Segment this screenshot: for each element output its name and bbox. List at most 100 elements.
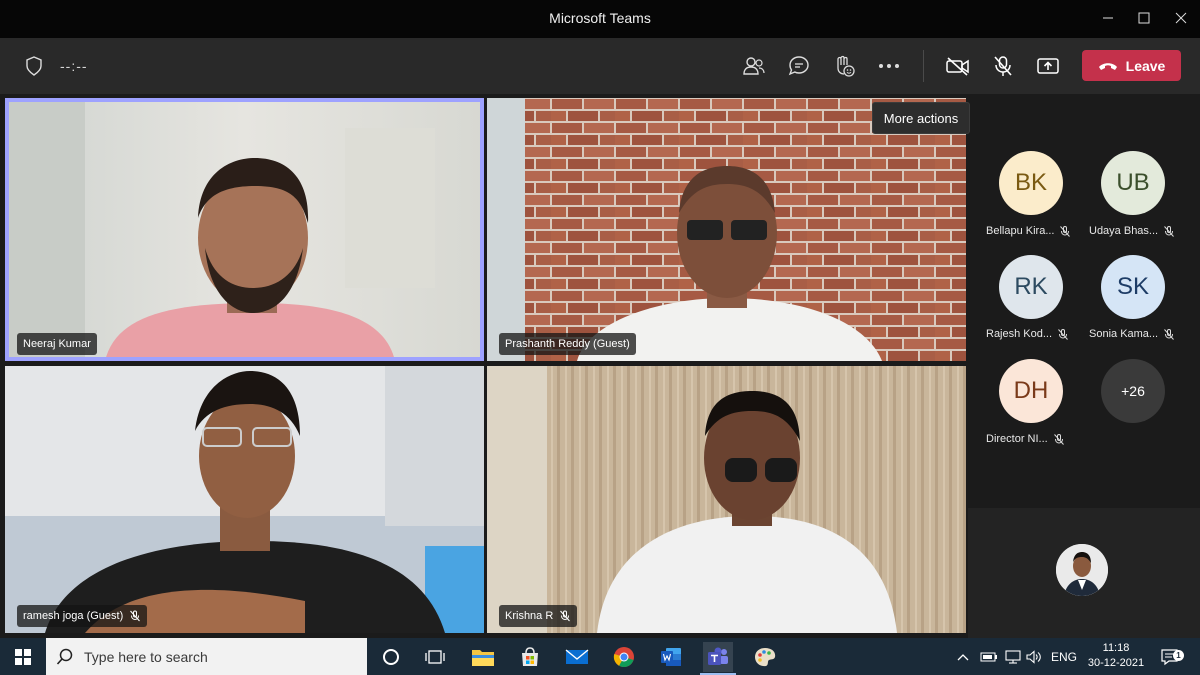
participant-name-tag: ramesh joga (Guest)	[17, 605, 148, 627]
avatar-initials: DH	[1013, 377, 1049, 404]
overflow-count: +26	[1121, 383, 1145, 399]
more-actions-button[interactable]	[875, 52, 903, 80]
mail-button[interactable]	[562, 642, 592, 672]
network-icon[interactable]	[1004, 638, 1022, 675]
teams-app: Microsoft Teams --:-- Leave Neeraj Kumar…	[0, 0, 1200, 638]
participant-avatar[interactable]: DH	[999, 359, 1063, 423]
participant-name: Bellapu Kira...	[986, 225, 1055, 237]
chat-button[interactable]	[785, 52, 813, 80]
participant-name: Udaya Bhas...	[1089, 225, 1159, 237]
volume-icon[interactable]	[1026, 638, 1042, 675]
start-button[interactable]	[8, 642, 38, 672]
window-title: Microsoft Teams	[549, 10, 651, 26]
mic-off-icon	[994, 56, 1012, 76]
meeting-timer: --:--	[60, 58, 88, 74]
share-button[interactable]	[1034, 52, 1062, 80]
notification-button[interactable]: 1	[1160, 638, 1184, 675]
video-tile-neeraj[interactable]: Neeraj Kumar	[5, 98, 484, 361]
raise-hand-icon	[837, 55, 855, 77]
more-actions-tooltip: More actions	[872, 102, 970, 134]
chat-icon	[788, 56, 809, 76]
battery-icon[interactable]	[980, 638, 998, 675]
store-button[interactable]	[515, 642, 545, 672]
minimize-button[interactable]	[1093, 6, 1123, 30]
participant-name-tag: Neeraj Kumar	[17, 333, 97, 355]
chrome-icon	[613, 647, 634, 668]
close-window-button[interactable]	[1166, 6, 1196, 30]
participant-name: Director NI...	[986, 433, 1048, 445]
video-feed	[5, 98, 484, 361]
participant-name: Rajesh Kod...	[986, 328, 1053, 340]
teams-icon	[708, 647, 728, 665]
participant-avatar[interactable]: BK	[999, 151, 1063, 215]
search-icon	[56, 648, 73, 665]
leave-button[interactable]: Leave	[1082, 50, 1181, 81]
mic-off-icon	[130, 610, 141, 622]
mic-off-icon	[1053, 433, 1064, 445]
store-icon	[522, 647, 538, 666]
avatar-initials: BK	[1014, 169, 1047, 196]
avatar-initials: UB	[1116, 169, 1150, 196]
search-placeholder: Type here to search	[84, 648, 208, 665]
task-view-button[interactable]	[420, 642, 450, 672]
participant-name-tag: Prashanth Reddy (Guest)	[499, 333, 636, 355]
minimize-icon	[1103, 17, 1113, 19]
participant-label: Udaya Bhas...	[1089, 225, 1174, 237]
folder-icon	[472, 650, 494, 666]
close-icon	[1175, 12, 1187, 24]
participant-name-tag: Krishna R	[499, 605, 578, 627]
participant-name: Sonia Kama...	[1089, 328, 1159, 340]
participant-label: Sonia Kama...	[1089, 328, 1174, 340]
more-icon	[879, 64, 899, 68]
word-icon	[661, 648, 681, 666]
video-feed	[487, 366, 966, 633]
chrome-button[interactable]	[609, 642, 639, 672]
cortana-button[interactable]	[376, 642, 406, 672]
self-view-panel	[968, 508, 1200, 638]
teams-taskbar-button[interactable]	[703, 642, 733, 672]
leave-label: Leave	[1125, 57, 1166, 74]
mic-off-icon	[1164, 225, 1174, 237]
tray-chevron-icon[interactable]	[956, 638, 970, 675]
mic-toggle-button[interactable]	[989, 52, 1017, 80]
participant-label: Bellapu Kira...	[986, 225, 1071, 237]
mic-off-icon	[1058, 328, 1068, 340]
participants-panel: BK Bellapu Kira... UB Udaya Bhas... RK R…	[968, 94, 1200, 508]
task-view-icon	[425, 650, 445, 664]
input-language[interactable]: ENG	[1051, 638, 1077, 675]
mic-off-icon	[560, 610, 571, 622]
notification-count: 1	[1173, 650, 1184, 661]
windows-taskbar: Type here to search ENG 11:18 30-12-2021…	[0, 638, 1200, 675]
toolbar-divider	[923, 50, 924, 82]
paint-button[interactable]	[750, 642, 780, 672]
shield-icon[interactable]	[20, 52, 48, 80]
reactions-button[interactable]	[830, 52, 858, 80]
avatar-initials: RK	[1014, 273, 1048, 300]
maximize-button[interactable]	[1129, 6, 1159, 30]
participant-avatar[interactable]: RK	[999, 255, 1063, 319]
self-avatar[interactable]	[1056, 544, 1108, 596]
participant-label: Director NI...	[986, 433, 1064, 445]
camera-off-icon	[946, 57, 969, 76]
taskbar-clock[interactable]: 11:18 30-12-2021	[1084, 641, 1148, 671]
mic-off-icon	[1164, 328, 1174, 340]
mail-icon	[565, 649, 589, 664]
participant-label: Rajesh Kod...	[986, 328, 1068, 340]
video-tile-ramesh[interactable]: ramesh joga (Guest)	[5, 366, 484, 633]
more-participants-button[interactable]: +26	[1101, 359, 1165, 423]
video-feed	[5, 366, 484, 633]
file-explorer-button[interactable]	[468, 642, 498, 672]
avatar-initials: SK	[1116, 273, 1149, 300]
participant-avatar[interactable]: SK	[1101, 255, 1165, 319]
video-tile-krishna[interactable]: Krishna R	[487, 366, 966, 633]
cortana-icon	[383, 649, 399, 665]
word-button[interactable]	[656, 642, 686, 672]
video-tile-prashanth[interactable]: Prashanth Reddy (Guest)	[487, 98, 966, 361]
camera-toggle-button[interactable]	[944, 52, 972, 80]
taskbar-search[interactable]: Type here to search	[46, 638, 367, 675]
participants-button[interactable]	[740, 52, 768, 80]
phone-hangup-icon	[1098, 62, 1117, 70]
participant-name: ramesh joga (Guest)	[23, 610, 124, 622]
title-bar: Microsoft Teams	[0, 0, 1200, 38]
participant-avatar[interactable]: UB	[1101, 151, 1165, 215]
